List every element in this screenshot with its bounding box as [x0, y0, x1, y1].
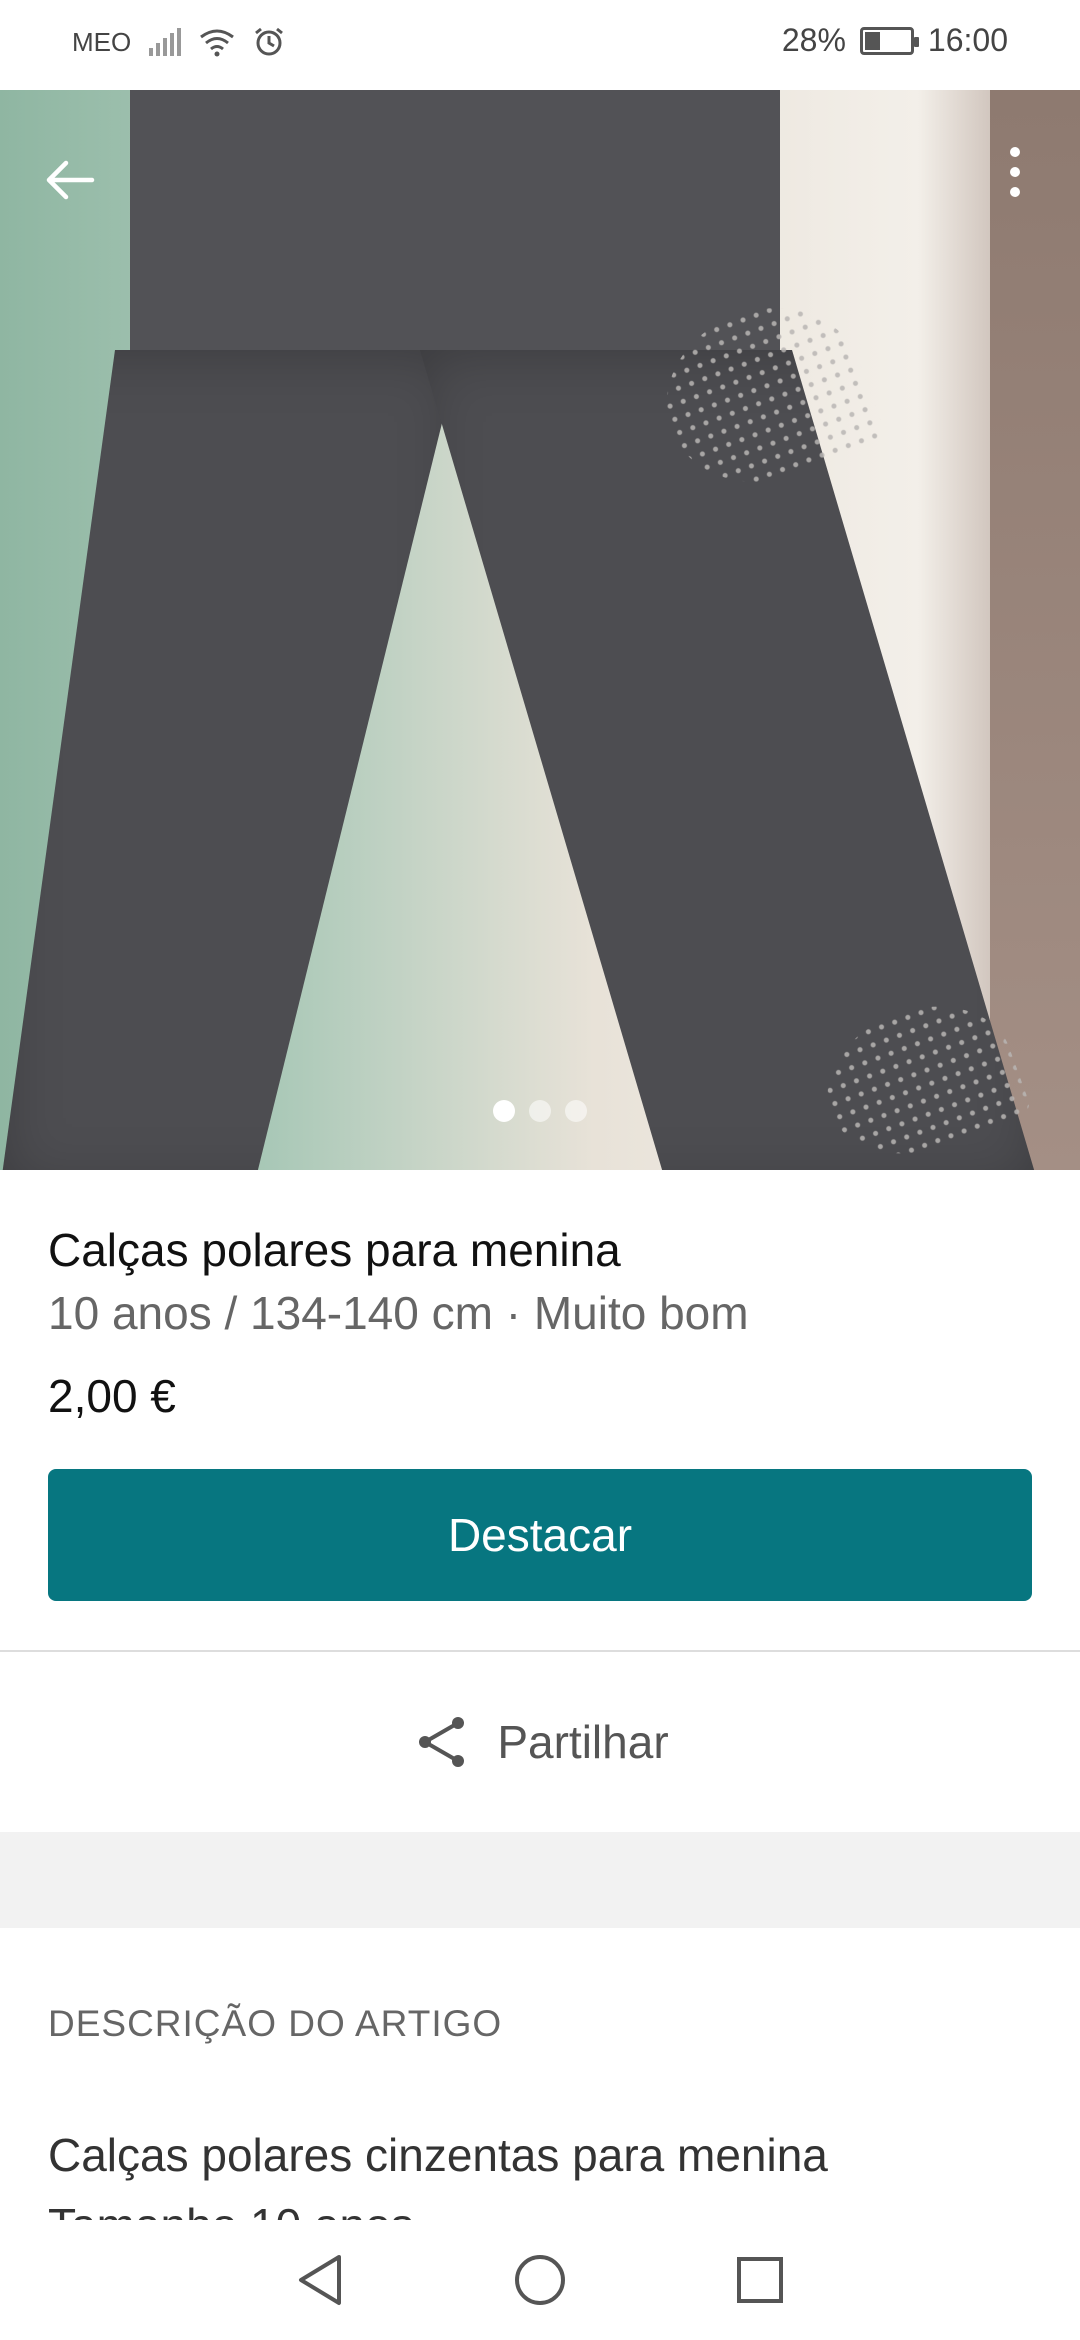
clock: 16:00	[927, 22, 1008, 58]
carrier-label: MEO	[72, 26, 132, 57]
description-heading: DESCRIÇÃO DO ARTIGO	[48, 2003, 503, 2044]
triangle-back-icon	[299, 2255, 341, 2305]
arrow-left-icon	[46, 160, 95, 200]
photo-garment-waist	[130, 90, 780, 390]
more-options-button[interactable]	[1000, 140, 1030, 220]
status-bar: MEO 28% 16:00	[0, 0, 1080, 90]
pager-dot[interactable]	[565, 1100, 587, 1122]
photo-garment-leg-left	[0, 350, 460, 1170]
circle-home-icon	[515, 2255, 565, 2305]
battery-percent: 28%	[781, 22, 846, 58]
description-line: Tamanho 10 anos	[48, 2190, 1032, 2220]
share-button[interactable]: Partilhar	[0, 1652, 1080, 1832]
item-price: 2,00 €	[48, 1370, 176, 1422]
pager-dot[interactable]	[493, 1100, 515, 1122]
photo-pager[interactable]	[0, 1100, 1080, 1122]
system-nav-bar	[0, 2220, 1080, 2340]
item-info: Calças polares para menina 10 anos / 134…	[48, 1220, 1032, 1426]
more-vertical-icon	[1010, 147, 1020, 197]
square-recent-icon	[737, 2257, 783, 2303]
share-label: Partilhar	[497, 1716, 669, 1768]
description-text: Calças polares cinzentas para menina Tam…	[48, 2120, 1032, 2220]
status-left: MEO	[72, 26, 285, 58]
item-size-condition: 10 anos / 134-140 cm · Muito bom	[48, 1287, 749, 1339]
section-separator	[0, 1832, 1080, 1928]
share-icon	[419, 1717, 465, 1767]
description-line: Calças polares cinzentas para menina	[48, 2129, 828, 2181]
nav-home-button[interactable]	[510, 2250, 570, 2310]
status-right: 28% 16:00	[782, 22, 1008, 59]
battery-icon	[859, 26, 919, 55]
item-title: Calças polares para menina	[48, 1224, 621, 1276]
pager-dot[interactable]	[529, 1100, 551, 1122]
nav-back-button[interactable]	[290, 2250, 350, 2310]
alarm-icon	[255, 27, 284, 56]
photo-background	[990, 90, 1080, 1170]
signal-icon	[149, 28, 182, 56]
item-photo[interactable]	[0, 90, 1080, 1170]
promote-button[interactable]: Destacar	[48, 1469, 1032, 1601]
back-button[interactable]	[40, 150, 100, 210]
wifi-icon	[200, 29, 235, 57]
nav-recent-button[interactable]	[730, 2250, 790, 2310]
